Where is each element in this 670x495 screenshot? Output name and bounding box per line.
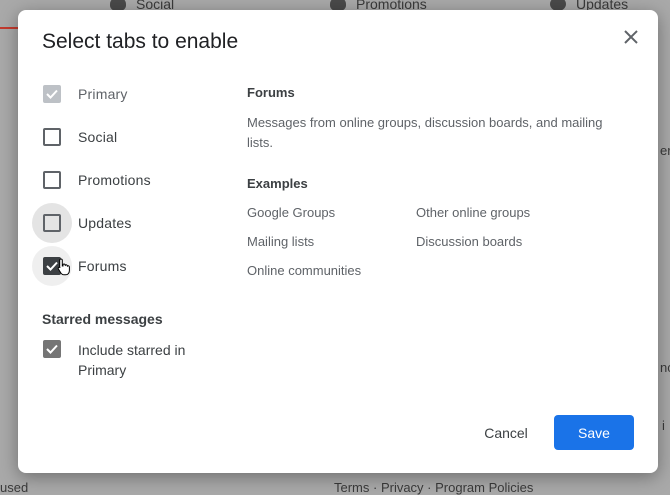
- check-icon: [46, 344, 58, 354]
- option-label: Primary: [78, 86, 128, 102]
- close-icon[interactable]: [624, 30, 638, 44]
- select-tabs-dialog: Select tabs to enable Primary Social Pro…: [18, 10, 658, 473]
- tab-option-updates[interactable]: Updates: [32, 203, 232, 243]
- example-item: Other online groups: [416, 205, 531, 220]
- bg-fragment: i: [662, 418, 665, 433]
- bg-bottom-left-text: used: [0, 480, 29, 495]
- include-starred-label: Include starred in Primary: [78, 342, 186, 378]
- include-starred-checkbox[interactable]: [43, 340, 61, 358]
- check-icon: [46, 89, 58, 99]
- example-item: Online communities: [247, 263, 362, 278]
- primary-checkbox: [43, 85, 61, 103]
- starred-section-label: Starred messages: [42, 311, 163, 327]
- panel-description: Messages from online groups, discussion …: [247, 115, 603, 150]
- tab-option-social[interactable]: Social: [32, 119, 232, 155]
- tab-option-promotions[interactable]: Promotions: [32, 162, 232, 198]
- bg-fragment: nc: [660, 360, 670, 375]
- save-button[interactable]: Save: [554, 415, 634, 450]
- dialog-title: Select tabs to enable: [42, 30, 239, 53]
- option-label: Social: [78, 129, 118, 145]
- example-item: Discussion boards: [416, 234, 523, 249]
- example-item: Mailing lists: [247, 234, 315, 249]
- tab-option-forums[interactable]: Forums: [32, 246, 232, 286]
- examples-title: Examples: [247, 176, 308, 191]
- example-item: Google Groups: [247, 205, 336, 220]
- bg-footer-links: Terms · Privacy · Program Policies: [334, 480, 534, 495]
- bg-fragment: er: [660, 143, 670, 158]
- promotions-checkbox[interactable]: [43, 171, 61, 189]
- close-button[interactable]: [618, 24, 644, 50]
- updates-checkbox[interactable]: [43, 214, 61, 232]
- starred-option[interactable]: Include starred in Primary: [32, 336, 218, 380]
- option-label: Promotions: [78, 172, 151, 188]
- hand-cursor-icon: [57, 258, 70, 276]
- tab-option-primary: Primary: [32, 76, 232, 112]
- option-label: Forums: [78, 258, 127, 274]
- panel-title: Forums: [247, 85, 295, 100]
- social-checkbox[interactable]: [43, 128, 61, 146]
- option-label: Updates: [78, 215, 132, 231]
- cancel-button[interactable]: Cancel: [466, 416, 546, 450]
